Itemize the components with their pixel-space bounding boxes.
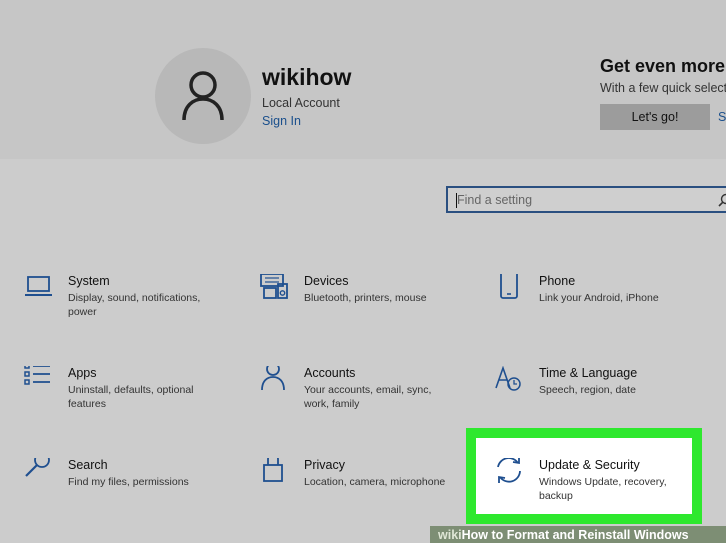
- tile-search[interactable]: Search Find my files, permissions: [24, 458, 224, 514]
- apps-list-icon: [24, 366, 50, 385]
- magnifier-icon: [25, 458, 50, 477]
- tile-title: Update & Security: [539, 458, 640, 472]
- tile-phone[interactable]: Phone Link your Android, iPhone: [495, 274, 695, 330]
- time-language-icon: [495, 366, 521, 391]
- tile-title: Accounts: [304, 366, 356, 380]
- search-input[interactable]: [457, 190, 707, 210]
- tile-description: Bluetooth, printers, mouse: [304, 292, 427, 304]
- person-icon: [261, 366, 285, 391]
- sign-in-link[interactable]: Sign In: [262, 114, 301, 128]
- avatar[interactable]: [155, 48, 251, 144]
- tile-time-language[interactable]: Time & Language Speech, region, date: [495, 366, 695, 422]
- lets-go-button[interactable]: Let's go!: [600, 104, 710, 130]
- skip-link[interactable]: Sk: [718, 110, 726, 124]
- search-box[interactable]: [446, 186, 726, 213]
- laptop-icon: [25, 276, 52, 296]
- tile-description: Link your Android, iPhone: [539, 292, 659, 304]
- tile-title: Phone: [539, 274, 576, 288]
- account-type: Local Account: [262, 96, 340, 110]
- tile-title: Devices: [304, 274, 349, 288]
- watermark-banner: wiki How to Format and Reinstall Windows: [430, 526, 726, 543]
- tile-description: Windows Update, recovery, backup: [539, 476, 667, 502]
- tile-apps[interactable]: Apps Uninstall, defaults, optional featu…: [24, 366, 224, 422]
- sync-arrows-icon: [497, 458, 521, 483]
- phone-icon: [500, 274, 518, 299]
- lock-icon: [263, 458, 283, 482]
- tile-description: Your accounts, email, sync, work, family: [304, 384, 432, 410]
- tile-description: Uninstall, defaults, optional features: [68, 384, 194, 410]
- tile-title: Apps: [68, 366, 97, 380]
- user-silhouette-icon: [182, 71, 224, 121]
- account-header: [0, 0, 726, 159]
- promo-subtitle: With a few quick selectio: [600, 81, 726, 95]
- user-name: wikihow: [262, 64, 352, 90]
- watermark-wiki: wiki: [438, 527, 462, 542]
- tile-description: Speech, region, date: [539, 384, 636, 396]
- promo-title: Get even more o: [600, 56, 726, 76]
- search-icon[interactable]: [718, 193, 726, 207]
- tile-title: Search: [68, 458, 108, 472]
- tile-title: Time & Language: [539, 366, 638, 380]
- tile-accounts[interactable]: Accounts Your accounts, email, sync, wor…: [260, 366, 460, 422]
- tile-title: Privacy: [304, 458, 345, 472]
- watermark-title: How to Format and Reinstall Windows: [461, 527, 689, 542]
- tile-description: Find my files, permissions: [68, 476, 189, 488]
- devices-icon: [260, 274, 288, 299]
- tile-update-security[interactable]: Update & Security Windows Update, recove…: [495, 458, 695, 514]
- tile-title: System: [68, 274, 110, 288]
- tile-description: Location, camera, microphone: [304, 476, 446, 488]
- tile-system[interactable]: System Display, sound, notifications, po…: [24, 274, 224, 330]
- tile-description: Display, sound, notifications, power: [68, 292, 201, 318]
- tile-privacy[interactable]: Privacy Location, camera, microphone: [260, 458, 460, 514]
- tile-devices[interactable]: Devices Bluetooth, printers, mouse: [260, 274, 460, 330]
